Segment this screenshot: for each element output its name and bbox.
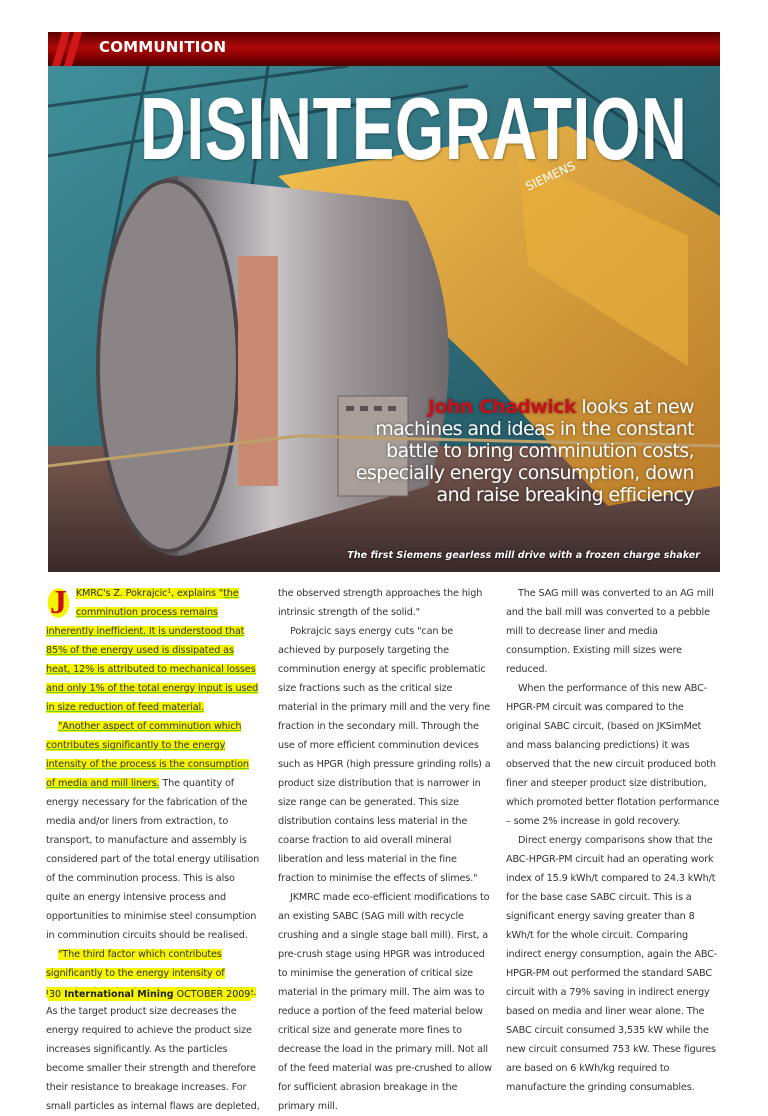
paragraph: J KMRC's Z. Pokrajcic¹, explains "the com… bbox=[46, 584, 260, 717]
paragraph: "Another aspect of comminution which con… bbox=[46, 717, 260, 945]
paragraph: the observed strength approaches the hig… bbox=[278, 588, 483, 618]
hero-photo: SIEMENS DISINTEGRATION John Chadwick loo… bbox=[48, 66, 720, 572]
paragraph: Direct energy comparisons show that the … bbox=[506, 835, 718, 1093]
highlighted-text: KMRC's Z. Pokrajcic¹, explains " bbox=[75, 588, 224, 599]
issue-date: OCTOBER 2009 bbox=[173, 989, 251, 1000]
magazine-name: International Mining bbox=[64, 989, 174, 1000]
article-standfirst: John Chadwick looks at new machines and … bbox=[354, 396, 695, 506]
column-1: J KMRC's Z. Pokrajcic¹, explains "the com… bbox=[46, 584, 260, 1116]
paragraph: When the performance of this new ABC-HPG… bbox=[506, 683, 720, 827]
paragraph: JKMRC made eco-efficient modifications t… bbox=[278, 892, 492, 1112]
column-2: the observed strength approaches the hig… bbox=[278, 584, 492, 1116]
paragraph: The SAG mill was converted to an AG mill… bbox=[506, 588, 714, 675]
page-footer: 30 International Mining OCTOBER 2009 bbox=[48, 988, 252, 1001]
paragraph: "The third factor which contributes sign… bbox=[46, 945, 260, 1116]
magazine-logo bbox=[52, 32, 82, 66]
drop-cap: J bbox=[46, 586, 71, 620]
body-text: As the target product size decreases the… bbox=[46, 1006, 260, 1112]
section-header-bar: COMMUNITION bbox=[48, 32, 720, 66]
article-title: DISINTEGRATION bbox=[140, 79, 688, 178]
author-name: John Chadwick bbox=[428, 396, 576, 418]
photo-caption: The first Siemens gearless mill drive wi… bbox=[347, 550, 700, 561]
column-3: The SAG mill was converted to an AG mill… bbox=[506, 584, 720, 1097]
highlighted-text: the comminution process remains inherent… bbox=[46, 588, 259, 713]
section-label: COMMUNITION bbox=[99, 38, 227, 56]
paragraph: Pokrajcic says energy cuts "can be achie… bbox=[278, 626, 491, 884]
body-text: The quantity of energy necessary for the… bbox=[46, 778, 260, 941]
page-number: 30 bbox=[49, 989, 65, 1000]
